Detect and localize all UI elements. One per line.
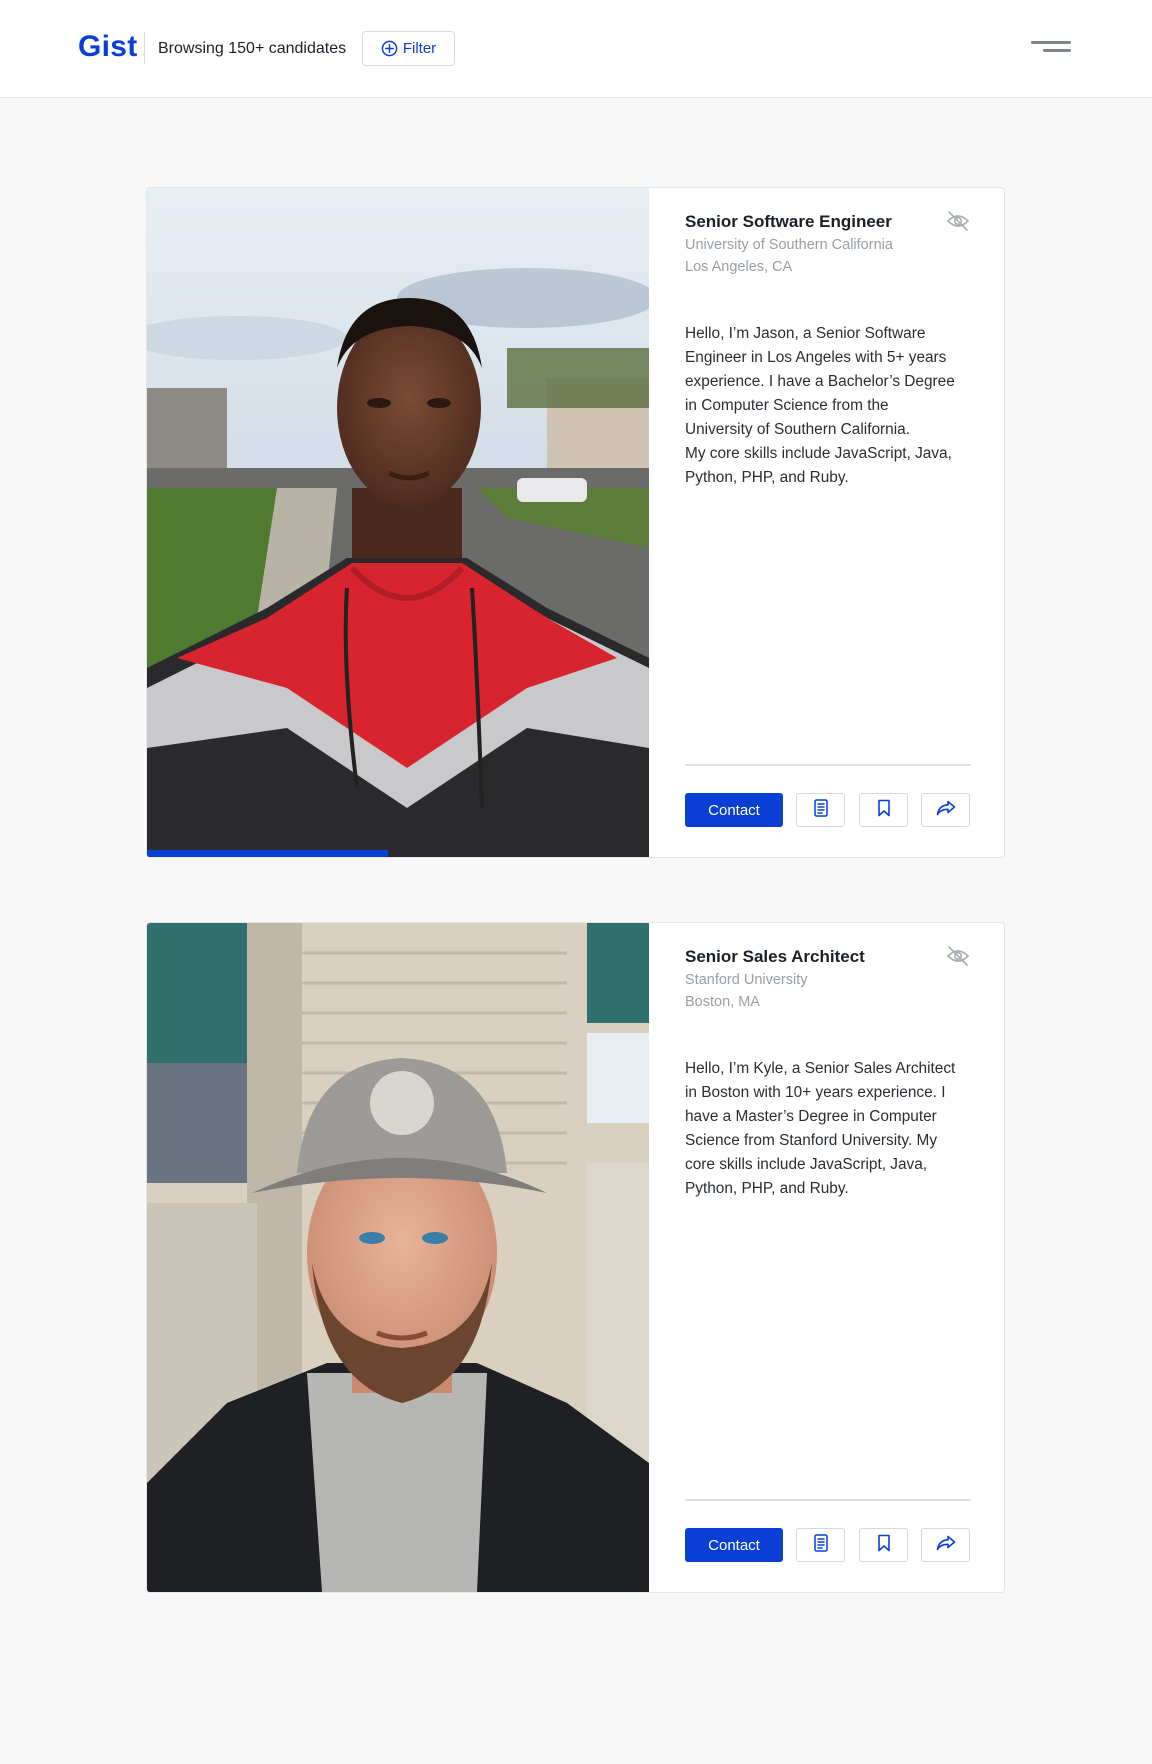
bookmark-icon [877, 1534, 891, 1557]
divider [685, 1499, 971, 1501]
bookmark-icon [877, 799, 891, 822]
photo-progress-bar [147, 850, 388, 857]
bookmark-button[interactable] [859, 793, 908, 827]
candidate-location: Los Angeles, CA [685, 259, 793, 275]
filter-label: Filter [402, 40, 437, 57]
eye-off-icon[interactable] [946, 210, 970, 232]
hamburger-menu-icon[interactable] [1028, 38, 1074, 60]
eye-off-icon[interactable] [946, 945, 970, 967]
document-icon [813, 798, 829, 822]
plus-circle-icon [381, 40, 398, 57]
resume-button[interactable] [796, 1528, 845, 1562]
candidate-card: Senior Sales Architect Stanford Universi… [146, 922, 1005, 1593]
bookmark-button[interactable] [859, 1528, 908, 1562]
divider [685, 764, 971, 766]
candidate-photo[interactable] [147, 188, 649, 857]
candidate-bio: Hello, I’m Kyle, a Senior Sales Architec… [685, 1060, 956, 1197]
candidate-title: Senior Sales Architect [685, 947, 865, 966]
share-button[interactable] [921, 793, 970, 827]
header-divider [144, 32, 145, 64]
candidate-info: Senior Sales Architect Stanford Universi… [685, 923, 985, 1592]
candidate-location: Boston, MA [685, 994, 760, 1010]
candidate-school: Stanford University [685, 972, 808, 988]
candidate-bio: Hello, I’m Jason, a Senior Software Engi… [685, 325, 955, 486]
share-button[interactable] [921, 1528, 970, 1562]
candidate-school: University of Southern California [685, 237, 893, 253]
filter-button[interactable]: Filter [362, 31, 455, 66]
share-icon [936, 800, 956, 821]
logo[interactable]: Gist [78, 30, 138, 64]
browsing-count: Browsing 150+ candidates [158, 40, 347, 57]
top-bar: Gist Browsing 150+ candidates Filter [0, 0, 1152, 98]
candidate-photo[interactable] [147, 923, 649, 1592]
document-icon [813, 1533, 829, 1557]
resume-button[interactable] [796, 793, 845, 827]
candidate-title: Senior Software Engineer [685, 212, 892, 231]
candidate-card: Senior Software Engineer University of S… [146, 187, 1005, 858]
contact-button[interactable]: Contact [685, 1528, 783, 1562]
candidate-info: Senior Software Engineer University of S… [685, 188, 985, 857]
contact-button[interactable]: Contact [685, 793, 783, 827]
share-icon [936, 1535, 956, 1556]
